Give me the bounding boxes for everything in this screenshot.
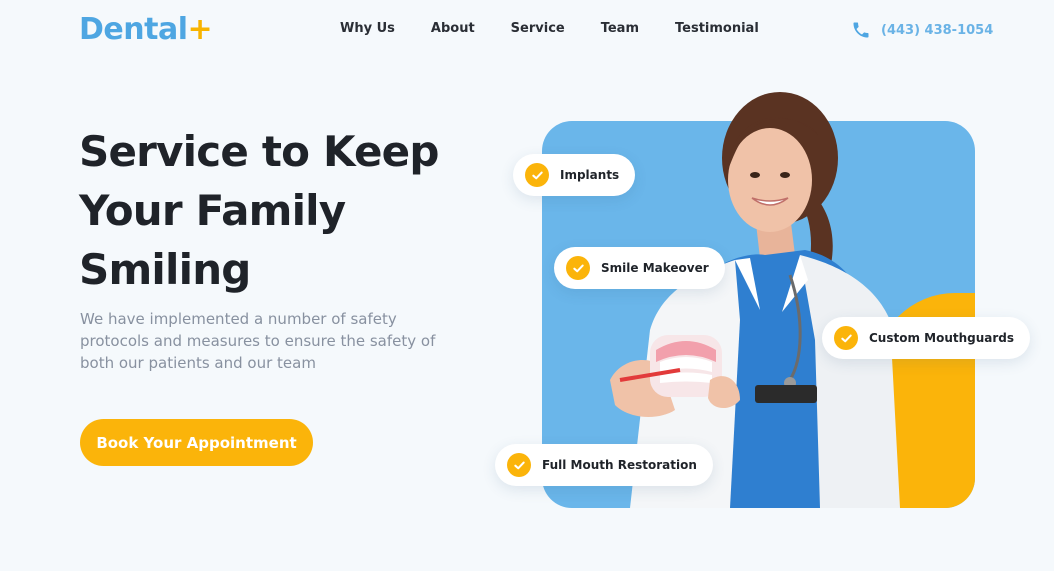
book-appointment-button[interactable]: Book Your Appointment (80, 419, 313, 466)
hero-description: We have implemented a number of safety p… (80, 308, 450, 374)
service-label: Implants (560, 168, 620, 182)
service-pill-full-mouth-restoration[interactable]: Full Mouth Restoration (495, 444, 713, 486)
service-label: Full Mouth Restoration (542, 458, 697, 472)
service-pill-implants[interactable]: Implants (513, 154, 636, 196)
check-icon (525, 163, 549, 187)
brand-logo[interactable]: Dental+ (79, 12, 213, 47)
service-label: Custom Mouthguards (869, 331, 1015, 345)
brand-plus: + (187, 12, 213, 47)
service-pill-smile-makeover[interactable]: Smile Makeover (554, 247, 725, 289)
description-line: protocols and measures to ensure the saf… (80, 332, 436, 350)
phone-number: (443) 438-1054 (881, 22, 994, 38)
headline-line: Your Family (79, 186, 346, 235)
headline-line: Smiling (79, 245, 251, 294)
main-nav: Why Us About Service Team Testimonial (340, 21, 795, 36)
check-icon (834, 326, 858, 350)
nav-service[interactable]: Service (511, 21, 565, 36)
description-line: both our patients and our team (80, 354, 316, 372)
nav-about[interactable]: About (431, 21, 475, 36)
brand-name: Dental (79, 12, 188, 47)
nav-team[interactable]: Team (601, 21, 639, 36)
nav-testimonial[interactable]: Testimonial (675, 21, 759, 36)
service-pill-custom-mouthguards[interactable]: Custom Mouthguards (822, 317, 1031, 359)
hero-headline: Service to Keep Your Family Smiling (79, 122, 439, 299)
description-line: We have implemented a number of safety (80, 310, 397, 328)
nav-why-us[interactable]: Why Us (340, 21, 395, 36)
service-label: Smile Makeover (601, 261, 709, 275)
phone-icon (853, 22, 869, 38)
phone-contact[interactable]: (443) 438-1054 (851, 20, 993, 40)
check-icon (566, 256, 590, 280)
headline-line: Service to Keep (79, 127, 439, 176)
check-icon (507, 453, 531, 477)
